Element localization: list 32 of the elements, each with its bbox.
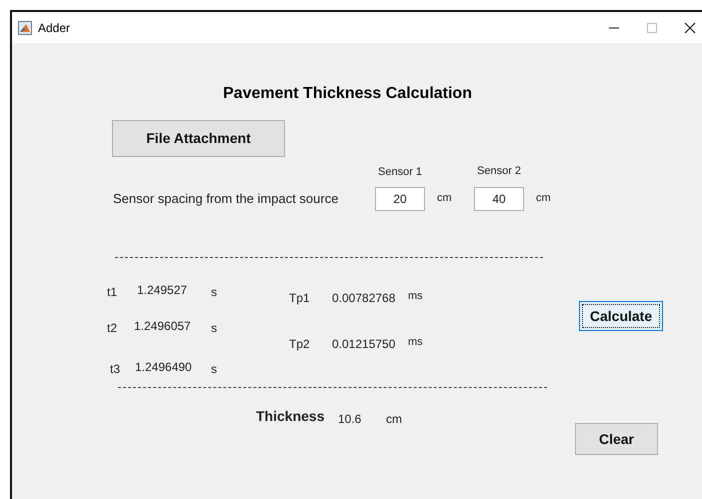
sensor-label: Sensor 2 xyxy=(477,166,522,177)
period-label: Tp2 xyxy=(289,338,310,350)
time-value: 1.2496490 xyxy=(135,361,192,373)
unit-label: s xyxy=(211,286,217,298)
unit-label: s xyxy=(211,322,217,334)
window-title: Adder xyxy=(38,20,70,36)
period-value: 0.01215750 xyxy=(332,338,396,350)
time-label: t2 xyxy=(107,322,118,334)
thickness-value: 10.6 xyxy=(338,413,362,425)
time-value: 1.2496057 xyxy=(134,320,191,332)
period-value: 0.00782768 xyxy=(332,292,396,304)
app-icon xyxy=(18,20,32,34)
sensor-spacing-label: Sensor spacing from the impact source xyxy=(113,192,338,205)
unit-label: ms xyxy=(408,337,423,348)
form-heading: Pavement Thickness Calculation xyxy=(223,86,472,102)
time-value: 1.249527 xyxy=(137,284,188,296)
period-label: Tp1 xyxy=(289,292,310,304)
unit-label: cm xyxy=(386,413,402,425)
unit-label: cm xyxy=(536,193,551,204)
close-icon[interactable] xyxy=(684,22,696,34)
unit-label: ms xyxy=(408,291,423,302)
sensor-distance-field[interactable]: 40 xyxy=(474,187,524,211)
unit-label: s xyxy=(211,363,217,375)
calculate-button[interactable]: Calculate xyxy=(579,301,663,331)
clear-button[interactable]: Clear xyxy=(575,423,658,455)
thickness-label: Thickness xyxy=(256,409,324,423)
time-label: t1 xyxy=(107,286,118,298)
unit-label: cm xyxy=(437,193,452,204)
time-label: t3 xyxy=(110,363,120,375)
sensor-distance-field[interactable]: 20 xyxy=(375,187,425,211)
sensor-label: Sensor 1 xyxy=(378,167,422,178)
file-attachment-button[interactable]: File Attachment xyxy=(112,120,285,157)
